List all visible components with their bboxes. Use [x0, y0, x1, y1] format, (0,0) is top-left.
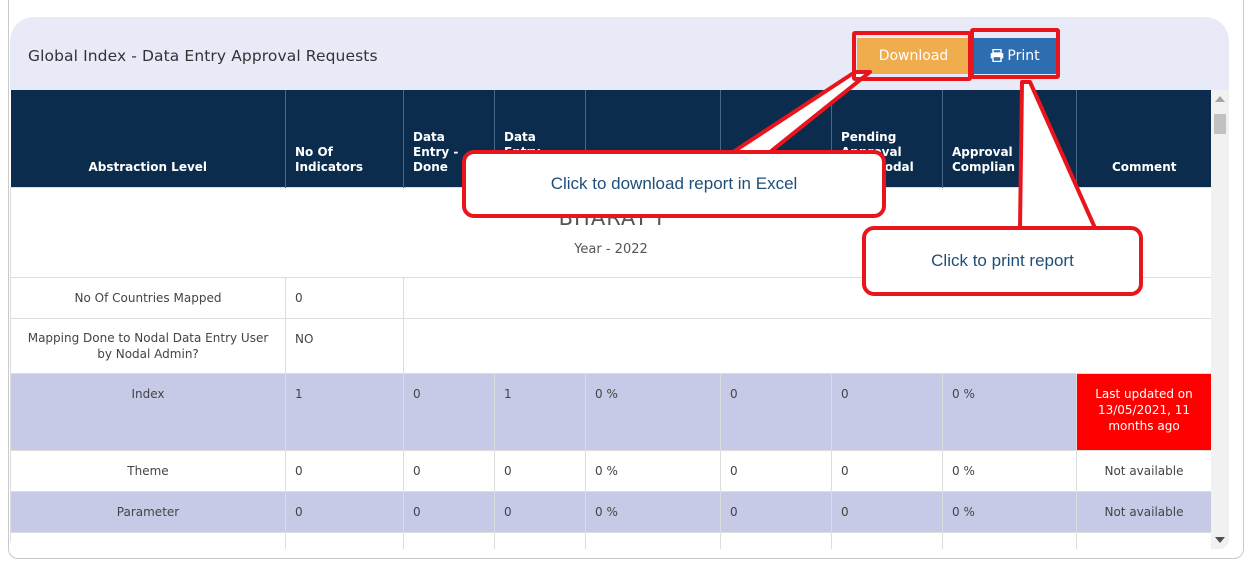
download-callout-text: Click to download report in Excel — [550, 174, 798, 193]
download-callout: Click to download report in Excel — [462, 150, 886, 218]
print-callout-text: Click to print report — [931, 251, 1074, 270]
print-callout: Click to print report — [862, 226, 1143, 296]
download-highlight-box — [852, 31, 972, 81]
print-highlight-box — [970, 28, 1060, 79]
